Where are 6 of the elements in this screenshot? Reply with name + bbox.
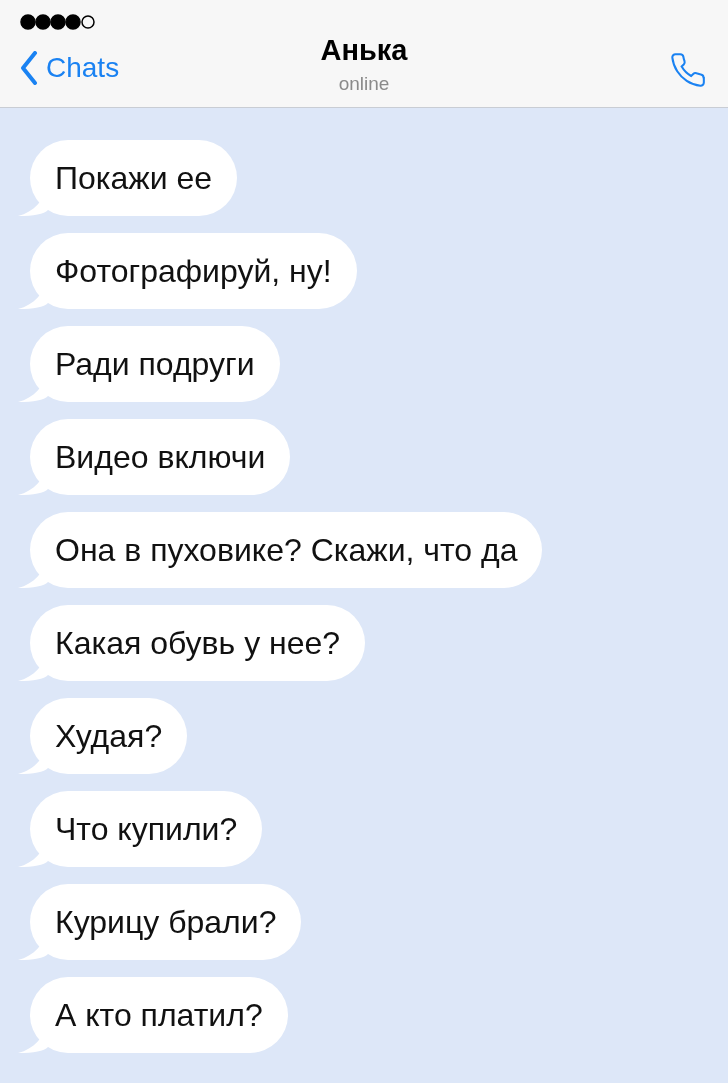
back-link[interactable]: Chats [20, 50, 120, 85]
contact-status: online [338, 73, 390, 95]
phone-icon [668, 51, 708, 89]
signal-icon [20, 14, 96, 30]
chevron-left-icon [20, 50, 38, 85]
contact-name: Анька [320, 34, 408, 67]
